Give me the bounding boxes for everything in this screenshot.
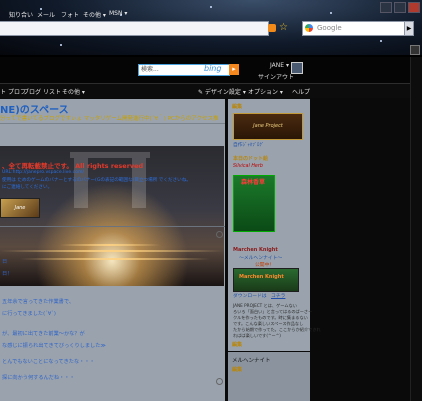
- contact-notice: にご連絡してください。: [2, 185, 53, 190]
- nav-item-more[interactable]: その他 ▾: [83, 10, 106, 19]
- dotgame-heading: 本日のドット絵: [233, 156, 269, 162]
- signout-link[interactable]: サインアウト: [258, 72, 294, 81]
- download-link[interactable]: コチラ: [271, 292, 285, 299]
- tab-blog[interactable]: ブログ: [23, 87, 41, 96]
- light-streak: [60, 244, 160, 246]
- marchen-heading: Marchen Knight: [233, 247, 278, 253]
- tab-lists[interactable]: リスト: [43, 87, 61, 96]
- blog-line: に行ってきました(´∀`): [2, 311, 56, 317]
- melhen-heading: メルヘンナイト: [232, 358, 271, 364]
- address-bar[interactable]: [0, 21, 269, 36]
- bing-logo: bing: [204, 64, 222, 73]
- blog-line: 日: [2, 259, 8, 265]
- marchen-status: 公開中！: [255, 263, 275, 268]
- star-decoration: [330, 12, 332, 14]
- marchen-banner-title: Marchen Knight: [239, 274, 284, 280]
- window-controls: [380, 2, 420, 13]
- tab-more[interactable]: その他 ▾: [62, 87, 85, 96]
- page-tagline: 分ってで書いてるブログですぃょ マッタリゲーム開発進行中(´∀｀) PCからのア…: [0, 116, 219, 122]
- star-decoration: [60, 44, 62, 46]
- space-url[interactable]: URL:http://janepro.vspace.live.com/: [2, 170, 84, 175]
- blog-line: 五年余で言ってきた作業書で、: [2, 299, 75, 305]
- download-label: ダウンロードは: [233, 294, 267, 299]
- close-button[interactable]: [408, 2, 420, 13]
- google-logo-icon: [305, 24, 313, 32]
- address-bar-icons: ☆: [268, 21, 298, 34]
- marchen-knight-banner[interactable]: [233, 268, 299, 292]
- user-menu[interactable]: JANE ▾: [270, 62, 289, 69]
- marchen-subheading: ～メルヘンナイト～: [239, 256, 283, 261]
- edit-link[interactable]: 編集: [232, 341, 242, 348]
- rss-feed-icon[interactable]: [268, 23, 276, 32]
- jane-caption[interactable]: 自作ｼﾞｬﾈﾌﾞﾛｸﾞ: [233, 141, 264, 148]
- nav-item-photos[interactable]: フォト: [61, 10, 79, 19]
- page-menu-icon[interactable]: [410, 45, 420, 55]
- options-menu[interactable]: オプション ▾: [248, 87, 283, 96]
- copyright-warning: 、全て再転載禁止です。 All rights reserved: [2, 162, 144, 170]
- banner-notice: 使用は ためのゲームのバナーとするのバナー(Gの表記の範囲な)目立つ場所 でくだ…: [2, 178, 191, 183]
- blog-line: とんでもないことになってきたな・・・: [2, 359, 95, 365]
- site-banner-image[interactable]: Jane: [0, 198, 40, 218]
- divider: [0, 226, 225, 227]
- avatar[interactable]: [291, 62, 303, 74]
- maximize-button[interactable]: [394, 2, 406, 13]
- search-go-button[interactable]: ▸: [229, 64, 239, 75]
- star-decoration: [210, 6, 212, 8]
- edit-link[interactable]: 編集: [232, 366, 242, 373]
- module-options-icon[interactable]: [216, 231, 223, 238]
- light-streak: [20, 258, 210, 260]
- edit-link[interactable]: 編集: [232, 103, 242, 110]
- tab-home[interactable]: ト: [0, 87, 6, 96]
- blog-line: 探に向かう何するんだね・・・: [2, 375, 75, 381]
- favorite-star-icon[interactable]: ☆: [279, 22, 288, 33]
- star-decoration: [380, 40, 382, 42]
- google-search-input[interactable]: Google: [302, 21, 412, 36]
- nav-item-friends[interactable]: 知り合い: [9, 10, 33, 19]
- sylvical-title: 森林香草: [240, 179, 265, 186]
- help-link[interactable]: ヘルプ: [292, 87, 310, 96]
- light-streak: [0, 250, 224, 252]
- page-scrollbar[interactable]: [410, 57, 422, 401]
- google-search-button[interactable]: ▶: [404, 21, 414, 36]
- design-settings-menu[interactable]: ✎ デザイン設定 ▾: [198, 87, 246, 96]
- blog-line: 日！: [2, 271, 13, 277]
- blog-line: が、最初に出てきた前業～かな？が: [2, 331, 85, 337]
- jane-project-logo[interactable]: Jane Project: [233, 113, 303, 140]
- blog-line: な感じに振られ出てきてびっくりしました≫: [2, 343, 106, 349]
- divider: [0, 123, 225, 124]
- sylvical-label: Silvical Herb: [233, 164, 263, 169]
- about-line: ればば楽しいです(^ー^): [233, 333, 281, 338]
- minimize-button[interactable]: [380, 2, 392, 13]
- nav-item-msn[interactable]: MSN ▾: [109, 10, 127, 17]
- nav-item-mail[interactable]: メール: [37, 10, 55, 19]
- module-options-icon[interactable]: [216, 378, 223, 385]
